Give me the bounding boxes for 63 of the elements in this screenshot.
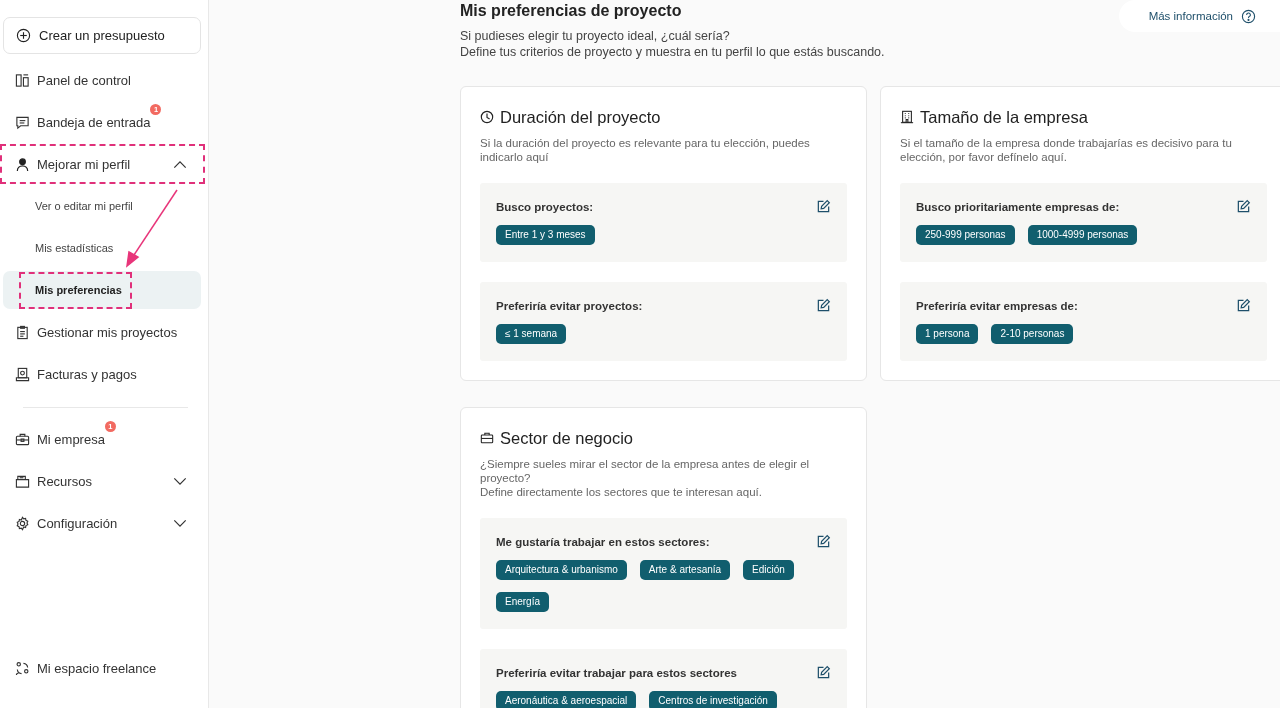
card-description: Define directamente los sectores que te interesan aquí. (480, 485, 763, 499)
group-label: Preferiría evitar proyectos: (496, 299, 643, 312)
settings-icon (15, 515, 30, 531)
plus-circle-icon (16, 28, 31, 43)
tag: Edición (743, 560, 794, 580)
sidebar-item[interactable]: Recursos (3, 460, 201, 502)
briefcase-icon (480, 431, 494, 445)
tag: 2-10 personas (991, 324, 1074, 344)
submenu-item[interactable]: Ver o editar mi perfil (3, 185, 201, 227)
chat-icon (15, 114, 30, 130)
tag: Entre 1 y 3 meses (496, 225, 595, 245)
submenu-item[interactable]: Mis estadísticas (3, 227, 201, 269)
clipboard-icon (15, 324, 30, 340)
edit-icon[interactable] (816, 199, 831, 214)
dashboard-icon (15, 72, 30, 88)
folder-icon (15, 473, 30, 489)
card-description: Si el tamaño de la empresa donde trabajarías es decisivo para tu elección, por favor defínelo aquí. (900, 136, 1233, 164)
page-intro: Define tus criterios de proyecto y muestra en tu perfil lo que estás buscando. (460, 44, 886, 60)
group-label: Preferiría evitar empresas de: (916, 299, 1078, 312)
briefcase-icon (15, 431, 30, 447)
help-icon (1241, 8, 1256, 24)
card-title: Duración del proyecto (500, 107, 661, 127)
chevron-down-icon[interactable] (173, 518, 187, 528)
chevron-down-icon[interactable] (173, 476, 187, 486)
create-quote-button[interactable]: Crear un presupuesto (3, 17, 201, 54)
tag: Centros de investigación (649, 691, 777, 708)
tag: 1000-4999 personas (1027, 225, 1138, 245)
person-icon (15, 156, 30, 172)
card-description: Si la duración del proyecto es relevante para tu elección, puedes indicarlo aquí (480, 136, 811, 164)
card-description: ¿Siempre sueles mirar el sector de la empresa antes de elegir el proyecto? (480, 457, 811, 485)
sidebar-item[interactable]: Panel de control (3, 59, 201, 101)
group-label: Busco prioritariamente empresas de: (916, 200, 1120, 213)
page-title: Mis preferencias de proyecto (460, 1, 682, 21)
submenu-item[interactable]: Mis preferencias (3, 271, 201, 309)
page-intro: Si pudieses elegir tu proyecto ideal, ¿cuál sería? (460, 28, 731, 44)
edit-icon[interactable] (816, 665, 831, 680)
sidebar-item[interactable]: Facturas y pagos (3, 353, 201, 395)
edit-icon[interactable] (1236, 199, 1251, 214)
invoice-icon (15, 366, 30, 382)
sidebar-item[interactable]: Gestionar mis proyectos (3, 311, 201, 353)
edit-icon[interactable] (816, 298, 831, 313)
tag: Arte & artesanía (639, 560, 731, 580)
people-swap-icon (15, 660, 30, 676)
tag: Arquitectura & urbanismo (496, 560, 627, 580)
card-title: Sector de negocio (500, 428, 633, 448)
group-label: Preferiría evitar trabajar para estos sectores (496, 666, 737, 679)
sidebar-item[interactable]: Configuración (3, 502, 201, 544)
edit-icon[interactable] (816, 534, 831, 549)
group-label: Me gustaría trabajar en estos sectores: (496, 535, 710, 548)
chevron-up-icon[interactable] (173, 159, 187, 169)
group-label: Busco proyectos: (496, 200, 594, 213)
sidebar-item[interactable]: Mi espacio freelance (3, 647, 201, 689)
tag: 250-999 personas (916, 225, 1015, 245)
more-info-button[interactable]: Más información (1118, 0, 1280, 32)
tag: 1 persona (916, 324, 979, 344)
clock-icon (480, 110, 494, 124)
sidebar-item[interactable]: Mejorar mi perfil (3, 143, 201, 185)
tag: Energía (496, 592, 550, 612)
card-title: Tamaño de la empresa (920, 107, 1088, 127)
tag: Aeronáutica & aeroespacial (496, 691, 637, 708)
edit-icon[interactable] (1236, 298, 1251, 313)
tag: ≤ 1 semana (496, 324, 567, 344)
building-icon (900, 110, 914, 124)
